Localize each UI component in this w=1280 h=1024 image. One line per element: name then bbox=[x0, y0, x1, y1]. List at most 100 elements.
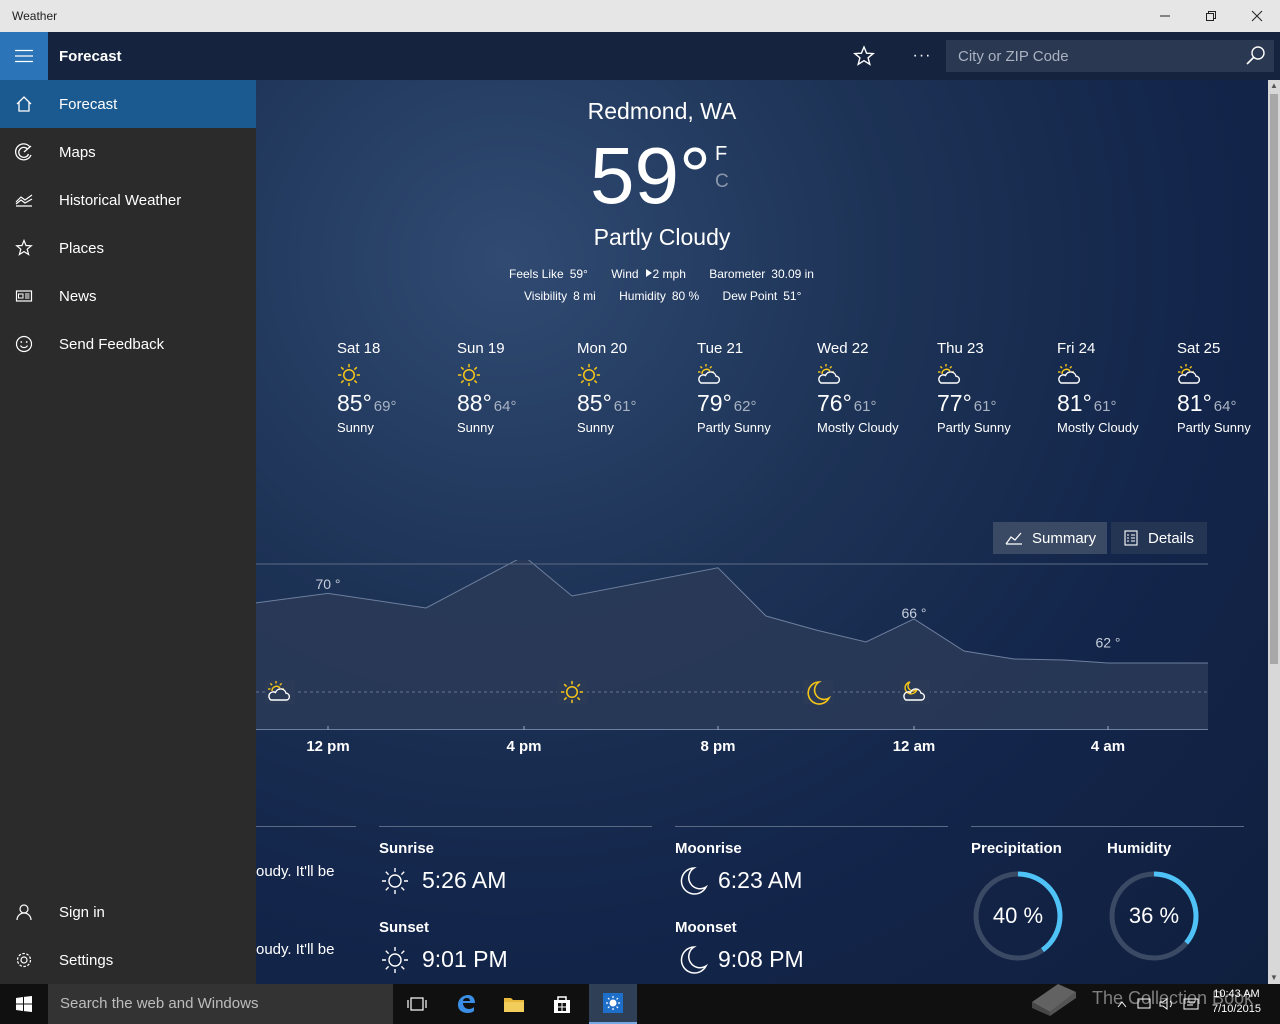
divider bbox=[379, 826, 652, 827]
forecast-high: 88° bbox=[457, 390, 492, 416]
current-temp: 59° bbox=[590, 131, 711, 220]
search-input[interactable] bbox=[946, 40, 1236, 72]
forecast-day[interactable]: Tue 21 79° 62° Partly Sunny bbox=[697, 340, 815, 435]
more-button[interactable]: ··· bbox=[908, 44, 936, 68]
moon-icon bbox=[803, 680, 833, 705]
sunrise-icon bbox=[382, 868, 408, 894]
file-explorer-button[interactable] bbox=[490, 984, 538, 1024]
hamburger-icon bbox=[15, 49, 33, 63]
start-button[interactable] bbox=[0, 984, 48, 1024]
app-bar: Forecast ··· bbox=[0, 32, 1280, 80]
moonset-label: Moonset bbox=[675, 919, 737, 936]
moonrise-value: 6:23 AM bbox=[718, 867, 803, 893]
nav-item-sign-in[interactable]: Sign in bbox=[0, 888, 256, 936]
forecast-condition: Sunny bbox=[577, 420, 614, 435]
sun-icon bbox=[457, 363, 481, 387]
clock-date: 7/10/2015 bbox=[1212, 1003, 1261, 1015]
tab-summary[interactable]: Summary bbox=[993, 522, 1107, 554]
restore-button[interactable] bbox=[1188, 0, 1234, 32]
search-button[interactable] bbox=[1244, 44, 1268, 68]
forecast-temps: 85° 69° bbox=[337, 390, 455, 417]
sunrise-value: 5:26 AM bbox=[422, 867, 507, 893]
forecast-day[interactable]: Sat 18 85° 69° Sunny bbox=[337, 340, 455, 435]
dewpoint-label: Dew Point bbox=[722, 289, 778, 303]
forecast-condition: Sunny bbox=[457, 420, 494, 435]
scroll-up-arrow-icon[interactable]: ▲ bbox=[1268, 80, 1280, 92]
forecast-high: 85° bbox=[577, 390, 612, 416]
store-icon bbox=[554, 996, 570, 1013]
forecast-condition: Mostly Cloudy bbox=[1057, 420, 1139, 435]
window-title: Weather bbox=[12, 9, 58, 23]
tray-icons bbox=[1117, 998, 1199, 1010]
forecast-low: 61° bbox=[853, 398, 877, 415]
forecast-day[interactable]: Sat 25 81° 64° Partly Sunny bbox=[1177, 340, 1268, 435]
details-row-1: Feels Like 59° Wind 2 mph Barometer 30.09 i… bbox=[509, 267, 814, 281]
precipitation-value: 40 % bbox=[992, 903, 1044, 928]
close-button[interactable] bbox=[1234, 0, 1280, 32]
unit-fahrenheit[interactable]: F bbox=[715, 143, 727, 166]
clock-time: 10:43 AM bbox=[1213, 988, 1260, 1000]
hourly-time-label: 4 am bbox=[1090, 738, 1126, 755]
divider bbox=[256, 826, 356, 827]
sun-icon bbox=[557, 680, 587, 704]
task-view-button[interactable] bbox=[393, 984, 441, 1024]
nav-item-forecast[interactable]: Forecast bbox=[0, 80, 256, 128]
nav-item-settings[interactable]: Settings bbox=[0, 936, 256, 984]
partly-sunny-icon bbox=[1058, 364, 1081, 384]
weather-app-button[interactable] bbox=[589, 984, 637, 1024]
moonrise-label: Moonrise bbox=[675, 840, 742, 857]
vertical-scrollbar[interactable]: ▲ ▼ bbox=[1268, 80, 1280, 984]
day-description: oudy. It'll be bbox=[256, 863, 335, 880]
radar-icon bbox=[0, 128, 48, 176]
forecast-temps: 79° 62° bbox=[697, 390, 815, 417]
minimize-button[interactable] bbox=[1142, 0, 1188, 32]
current-condition: Partly Cloudy bbox=[593, 224, 731, 250]
forecast-day[interactable]: Thu 23 77° 61° Partly Sunny bbox=[937, 340, 1055, 435]
taskbar-clock[interactable]: 10:43 AM 7/10/2015 bbox=[1212, 987, 1261, 1017]
visibility-value: 8 mi bbox=[573, 289, 596, 303]
hamburger-button[interactable] bbox=[0, 32, 48, 80]
unit-celsius[interactable]: C bbox=[715, 171, 729, 193]
tab-details-label: Details bbox=[1148, 529, 1194, 547]
humidity-value: 80 % bbox=[671, 289, 700, 303]
moonset-icon bbox=[680, 946, 708, 974]
forecast-high: 79° bbox=[697, 390, 732, 416]
scroll-down-arrow-icon[interactable]: ▼ bbox=[1268, 972, 1280, 984]
nav-item-news[interactable]: News bbox=[0, 272, 256, 320]
app-title: Forecast bbox=[59, 48, 122, 65]
taskbar-search[interactable]: Search the web and Windows bbox=[48, 984, 393, 1024]
store-button[interactable] bbox=[538, 984, 586, 1024]
hourly-time-label: 12 am bbox=[892, 738, 936, 755]
nav-item-places[interactable]: Places bbox=[0, 224, 256, 272]
edge-button[interactable] bbox=[442, 984, 490, 1024]
system-tray[interactable] bbox=[1116, 996, 1206, 1012]
hourly-temp-label: 66 ° bbox=[901, 605, 926, 621]
precipitation-label: Precipitation bbox=[971, 840, 1062, 857]
person-icon bbox=[0, 888, 48, 936]
nav-item-historical-weather[interactable]: Historical Weather bbox=[0, 176, 256, 224]
forecast-day[interactable]: Mon 20 85° 61° Sunny bbox=[577, 340, 695, 435]
moonrise-icon bbox=[680, 867, 708, 895]
forecast-condition: Partly Sunny bbox=[697, 420, 771, 435]
details-list-icon bbox=[1124, 530, 1138, 546]
forecast-day-name: Sun 19 bbox=[457, 340, 505, 357]
nav-item-send-feedback[interactable]: Send Feedback bbox=[0, 320, 256, 368]
scrollbar-thumb[interactable] bbox=[1270, 94, 1278, 664]
nav-item-maps[interactable]: Maps bbox=[0, 128, 256, 176]
favorite-button[interactable] bbox=[850, 44, 878, 68]
forecast-day[interactable]: Wed 22 76° 61° Mostly Cloudy bbox=[817, 340, 935, 435]
tab-details[interactable]: Details bbox=[1111, 522, 1207, 554]
minimize-icon bbox=[1160, 15, 1170, 17]
precipitation-ring: 40 % bbox=[970, 868, 1066, 964]
wind-label: Wind bbox=[611, 267, 639, 281]
hourly-temp-label: 70 ° bbox=[315, 576, 340, 592]
sunset-value: 9:01 PM bbox=[422, 946, 508, 972]
hourly-area bbox=[256, 560, 1208, 730]
forecast-day[interactable]: Fri 24 81° 61° Mostly Cloudy bbox=[1057, 340, 1175, 435]
details-row-2: Visibility 8 mi Humidity 80 % Dew Point 51° bbox=[524, 289, 801, 303]
sun-icon bbox=[577, 363, 601, 387]
forecast-day[interactable]: Sun 19 88° 64° Sunny bbox=[457, 340, 575, 435]
location-name: Redmond, WA bbox=[587, 98, 737, 124]
wind-direction-icon bbox=[645, 269, 652, 277]
sunrise-label: Sunrise bbox=[379, 840, 435, 857]
